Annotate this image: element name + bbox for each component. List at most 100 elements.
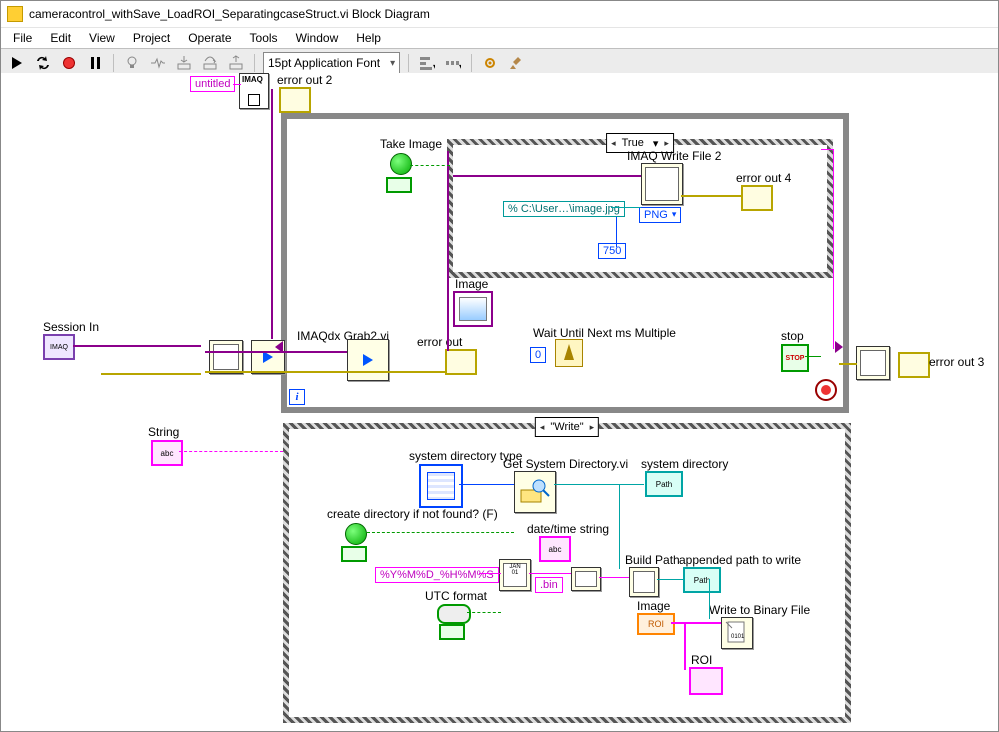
svg-text:▾: ▾: [459, 62, 461, 71]
write-binary-file-node[interactable]: 0101: [721, 617, 753, 649]
imaqdx-grab-node[interactable]: [347, 339, 389, 381]
label-session-in: Session In: [43, 320, 99, 334]
menu-help[interactable]: Help: [348, 29, 389, 47]
imaqdx-open-node[interactable]: [209, 340, 243, 374]
label-image: Image: [455, 277, 488, 291]
case-selector-write[interactable]: ◂ "Write" ▸: [535, 417, 599, 437]
label-error-out-3: error out 3: [929, 355, 984, 369]
menu-window[interactable]: Window: [288, 29, 347, 47]
label-get-sys-dir: Get System Directory.vi: [503, 457, 628, 471]
step-over-icon: [202, 55, 218, 71]
case-struct-save[interactable]: ◂ True ▾ ▸ IMAQ Write File 2 PNG error o…: [447, 139, 833, 278]
align-button[interactable]: ▾: [417, 53, 437, 73]
pause-button[interactable]: [85, 53, 105, 73]
format-datetime-node[interactable]: JAN01: [499, 559, 531, 591]
case-struct-write[interactable]: ◂ "Write" ▸ system directory type Get Sy…: [283, 423, 851, 723]
control-string[interactable]: abc: [151, 440, 183, 466]
indicator-error-out-2[interactable]: [279, 87, 311, 113]
string-const-untitled[interactable]: untitled: [190, 76, 235, 92]
menu-project[interactable]: Project: [125, 29, 178, 47]
broom-icon: [508, 55, 524, 71]
svg-text:▾: ▾: [433, 62, 435, 71]
run-button[interactable]: [7, 53, 27, 73]
label-take-image: Take Image: [380, 137, 442, 151]
control-stop[interactable]: STOP: [781, 344, 809, 372]
imaq-write-file-node[interactable]: [641, 163, 683, 205]
highlight-exec-button[interactable]: [122, 53, 142, 73]
distribute-button[interactable]: ▾: [443, 53, 463, 73]
ring-sys-dir-type[interactable]: [419, 464, 463, 508]
menubar: File Edit View Project Operate Tools Win…: [1, 28, 998, 48]
label-build-path: Build Path: [625, 553, 680, 567]
path-const-image[interactable]: % C:\User…\image.jpg: [503, 201, 625, 217]
shift-register-left: [275, 341, 283, 353]
iteration-terminal: i: [289, 389, 305, 405]
control-session-in[interactable]: IMAQ: [43, 334, 75, 360]
magnifier-folder-icon: [515, 472, 555, 512]
label-wait: Wait Until Next ms Multiple: [533, 326, 676, 340]
imaq-create-node[interactable]: IMAQ: [239, 73, 269, 109]
label-image-prop: Image: [637, 599, 670, 613]
menu-view[interactable]: View: [81, 29, 123, 47]
get-system-directory-node[interactable]: [514, 471, 556, 513]
reorder-button[interactable]: [480, 53, 500, 73]
svg-text:0101: 0101: [731, 634, 745, 640]
control-create-dir[interactable]: [345, 523, 367, 545]
merge-errors-node[interactable]: [856, 346, 890, 380]
align-icon: ▾: [419, 55, 435, 71]
titlebar: cameracontrol_withSave_LoadROI_Separatin…: [1, 1, 998, 28]
take-image-terminal: [386, 177, 412, 193]
label-date-time: date/time string: [527, 522, 609, 536]
label-create-dir: create directory if not found? (F): [327, 507, 498, 521]
label-utc: UTC format: [425, 589, 487, 603]
numeric-const-750[interactable]: 750: [598, 243, 626, 259]
label-error-out: error out: [417, 335, 462, 349]
indicator-system-directory[interactable]: Path: [645, 471, 683, 497]
indicator-error-out-3[interactable]: [898, 352, 930, 378]
step-into-button[interactable]: [174, 53, 194, 73]
gear-icon: [482, 55, 498, 71]
abort-button[interactable]: [59, 53, 79, 73]
label-appended: appended path to write: [679, 553, 801, 567]
indicator-roi[interactable]: [689, 667, 723, 695]
property-node-roi[interactable]: ROI: [637, 613, 675, 635]
step-over-button[interactable]: [200, 53, 220, 73]
ring-png[interactable]: PNG: [639, 207, 681, 223]
concat-strings-node[interactable]: [571, 567, 601, 591]
labview-icon: [7, 6, 23, 22]
build-path-node[interactable]: [629, 567, 659, 597]
loop-arrows-icon: [35, 55, 51, 71]
numeric-const-wait[interactable]: 0: [530, 347, 546, 363]
menu-tools[interactable]: Tools: [242, 29, 286, 47]
binary-file-icon: 0101: [722, 618, 752, 648]
menu-file[interactable]: File: [5, 29, 40, 47]
label-stop: stop: [781, 329, 804, 343]
font-combo[interactable]: 15pt Application Font: [263, 52, 400, 74]
lightbulb-icon: [124, 55, 140, 71]
menu-edit[interactable]: Edit: [42, 29, 79, 47]
label-error-out-2: error out 2: [277, 73, 332, 87]
indicator-appended-path[interactable]: Path: [683, 567, 721, 593]
label-write-bin: Write to Binary File: [709, 603, 810, 617]
while-loop[interactable]: Take Image ◂ True ▾ ▸ IMAQ Write File 2 …: [281, 113, 849, 413]
indicator-error-out[interactable]: [445, 349, 477, 375]
control-take-image[interactable]: [390, 153, 412, 175]
indicator-date-time[interactable]: abc: [539, 536, 571, 562]
indicator-image[interactable]: [453, 291, 493, 327]
run-continuous-button[interactable]: [33, 53, 53, 73]
menu-operate[interactable]: Operate: [180, 29, 239, 47]
control-utc-slide[interactable]: [437, 604, 471, 624]
block-diagram-canvas[interactable]: untitled IMAQ error out 2 Session In IMA…: [1, 73, 998, 731]
utc-terminal: [439, 624, 465, 640]
step-into-icon: [176, 55, 192, 71]
string-const-format[interactable]: %Y%M%D_%H%M%S: [375, 567, 499, 583]
wait-multiple-node[interactable]: [555, 339, 583, 367]
cleanup-button[interactable]: [506, 53, 526, 73]
shift-register-right: [835, 341, 843, 353]
distribute-icon: ▾: [445, 55, 461, 71]
step-out-button[interactable]: [226, 53, 246, 73]
loop-condition[interactable]: [815, 379, 837, 401]
retain-wire-button[interactable]: [148, 53, 168, 73]
indicator-error-out-4[interactable]: [741, 185, 773, 211]
string-const-bin[interactable]: .bin: [535, 577, 563, 593]
